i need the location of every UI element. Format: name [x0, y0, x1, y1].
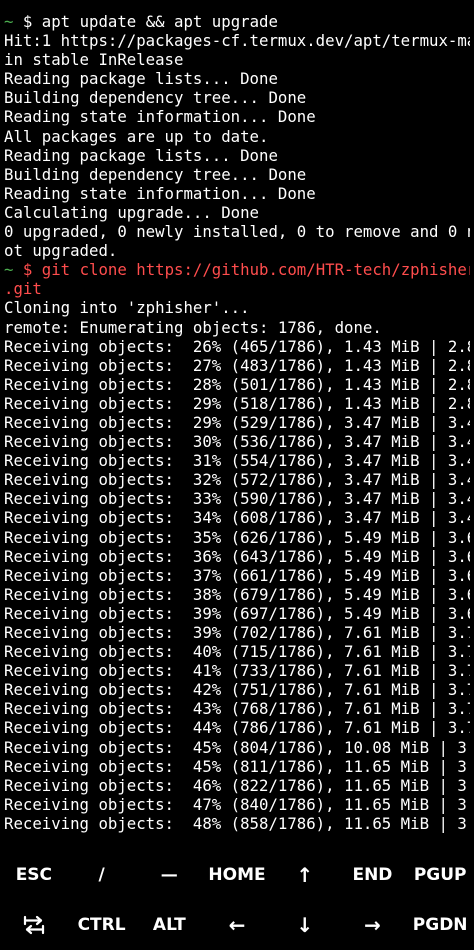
output-line: Receiving objects: 45% (804/1786), 10.08…: [4, 737, 470, 757]
output-line: Receiving objects: 26% (465/1786), 1.43 …: [4, 336, 470, 356]
arrow-right-icon: →: [364, 913, 381, 937]
output-line: Hit:1 https://packages-cf.termux.dev/apt…: [4, 31, 470, 51]
extra-keys-row-2: CTRL ALT ← ↓ → PGDN: [0, 900, 474, 950]
key-arrow-down[interactable]: ↓: [271, 900, 339, 950]
prompt-dollar: $: [13, 260, 42, 280]
output-line: Receiving objects: 30% (536/1786), 3.47 …: [4, 432, 470, 452]
key-slash[interactable]: /: [68, 850, 136, 900]
output-line: Receiving objects: 27% (483/1786), 1.43 …: [4, 355, 470, 375]
command-line-2: ~ $ git clone https://github.com/HTR-tec…: [4, 260, 470, 279]
output-line: Cloning into 'zphisher'...: [4, 298, 250, 318]
output-line: Reading state information... Done: [4, 107, 316, 127]
output-line: Receiving objects: 37% (661/1786), 5.49 …: [4, 565, 470, 585]
command-output-1: Hit:1 https://packages-cf.termux.dev/apt…: [4, 31, 470, 260]
output-line: remote: Enumerating objects: 1786, done.: [4, 317, 382, 337]
command-output-2: Cloning into 'zphisher'... remote: Enumer…: [4, 298, 470, 833]
output-line: Receiving objects: 40% (715/1786), 7.61 …: [4, 642, 470, 662]
output-line: Receiving objects: 34% (608/1786), 3.47 …: [4, 508, 470, 528]
key-arrow-up[interactable]: ↑: [271, 850, 339, 900]
key-ctrl[interactable]: CTRL: [68, 900, 136, 950]
command-line-1: ~ $ apt update && apt upgrade: [4, 12, 470, 31]
output-line: Calculating upgrade... Done: [4, 202, 260, 222]
output-line: Building dependency tree... Done: [4, 88, 307, 108]
extra-keys-bar: ESC / — HOME ↑ END PGUP CTRL ALT ← ↓ → PGDN: [0, 850, 474, 950]
key-arrow-right[interactable]: →: [339, 900, 407, 950]
arrow-down-icon: ↓: [296, 913, 314, 937]
output-line: Receiving objects: 48% (858/1786), 11.65…: [4, 813, 470, 833]
output-line: 0 upgraded, 0 newly installed, 0 to remo…: [4, 222, 470, 242]
command-line-2-wrap: .git: [4, 279, 42, 299]
output-line: Receiving objects: 29% (518/1786), 1.43 …: [4, 393, 470, 413]
output-line: Receiving objects: 39% (697/1786), 5.49 …: [4, 603, 470, 623]
output-line: Receiving objects: 32% (572/1786), 3.47 …: [4, 470, 470, 490]
key-pgup[interactable]: PGUP: [406, 850, 474, 900]
key-home[interactable]: HOME: [203, 850, 271, 900]
command-text: git clone https://github.com/HTR-tech/zp…: [41, 260, 470, 280]
output-line: Receiving objects: 39% (702/1786), 7.61 …: [4, 623, 470, 642]
arrow-left-icon: ←: [228, 913, 246, 937]
output-line: All packages are up to date.: [4, 126, 269, 146]
output-line: Receiving objects: 42% (751/1786), 7.61 …: [4, 680, 470, 700]
output-line: Receiving objects: 47% (840/1786), 11.65…: [4, 794, 470, 814]
terminal-output[interactable]: ~ $ apt update && apt upgrade Hit:1 http…: [4, 12, 470, 842]
output-line: Receiving objects: 35% (626/1786), 5.49 …: [4, 527, 470, 547]
output-line: Receiving objects: 31% (554/1786), 3.47 …: [4, 451, 470, 471]
output-line: Receiving objects: 45% (811/1786), 11.65…: [4, 756, 470, 776]
output-line: in stable InRelease: [4, 50, 184, 70]
output-line: Reading package lists... Done: [4, 69, 278, 89]
output-line: ot upgraded.: [4, 241, 118, 261]
output-line: Reading state information... Done: [4, 183, 316, 203]
extra-keys-row-1: ESC / — HOME ↑ END PGUP: [0, 850, 474, 900]
output-line: Receiving objects: 29% (529/1786), 3.47 …: [4, 412, 470, 432]
key-pgdn[interactable]: PGDN: [406, 900, 474, 950]
output-line: Receiving objects: 36% (643/1786), 5.49 …: [4, 546, 470, 566]
output-line: Receiving objects: 38% (679/1786), 5.49 …: [4, 584, 470, 604]
output-line: Receiving objects: 43% (768/1786), 7.61 …: [4, 699, 470, 719]
arrow-up-icon: ↑: [296, 863, 314, 887]
prompt-dollar: $: [13, 12, 42, 31]
key-dash[interactable]: —: [135, 850, 203, 900]
output-line: Building dependency tree... Done: [4, 164, 307, 184]
key-esc[interactable]: ESC: [0, 850, 68, 900]
output-line: Receiving objects: 46% (822/1786), 11.65…: [4, 775, 470, 795]
key-alt[interactable]: ALT: [135, 900, 203, 950]
tab-icon: [23, 915, 45, 935]
key-arrow-left[interactable]: ←: [203, 900, 271, 950]
key-tab[interactable]: [0, 900, 68, 950]
output-line: Receiving objects: 33% (590/1786), 3.47 …: [4, 489, 470, 509]
output-line: Receiving objects: 28% (501/1786), 1.43 …: [4, 374, 470, 394]
key-end[interactable]: END: [339, 850, 407, 900]
output-line: Receiving objects: 41% (733/1786), 7.61 …: [4, 661, 470, 681]
output-line: Reading package lists... Done: [4, 145, 278, 165]
output-line: Receiving objects: 44% (786/1786), 7.61 …: [4, 718, 470, 738]
command-text: apt update && apt upgrade: [41, 12, 278, 31]
